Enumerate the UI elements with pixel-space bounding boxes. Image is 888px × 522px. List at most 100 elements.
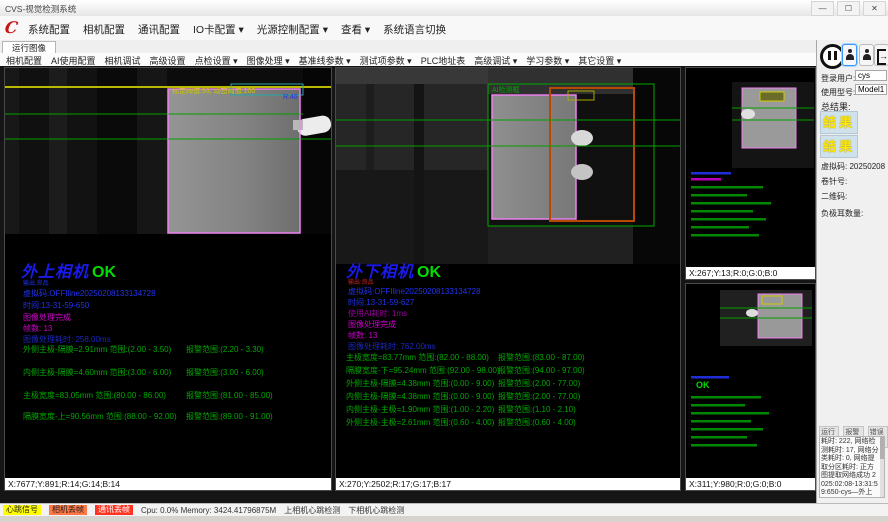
- menu-view[interactable]: 查看 ▾: [341, 22, 370, 37]
- output-subtitle: 输出:良品: [23, 278, 49, 287]
- result-box-lower: 结果: [820, 135, 858, 158]
- pause-icon: [828, 51, 831, 60]
- measurement-row: 外侧主极-主极=2.61mm 范围:(0.60 - 4.00) 报警范围:(0.…: [346, 417, 494, 428]
- app-logo: C: [4, 18, 19, 37]
- measurement-row: 内侧主极-隔膜=4.38mm 范围:(0.00 - 9.00) 报警范围:(2.…: [346, 391, 494, 402]
- user-icon: [846, 49, 854, 61]
- tool-spot-check[interactable]: 点检设置 ▾: [195, 54, 238, 67]
- process-time-text: 图像处理耗时: 762.00ms: [348, 341, 436, 352]
- tool-advanced-settings[interactable]: 高级设置: [150, 54, 186, 67]
- tool-image-processing[interactable]: 图像处理 ▾: [247, 54, 290, 67]
- tool-camera-debug[interactable]: 相机调试: [105, 54, 141, 67]
- measurement-row: 内侧主极-隔膜=4.60mm 范围:(3.00 - 6.00) 报警范围:(3.…: [23, 367, 171, 378]
- barcode-text: 虚拟码:OFFIline20250208133134728: [23, 288, 156, 299]
- tool-ai-config[interactable]: AI使用配置: [51, 54, 96, 67]
- measurement-value: 外侧主极-主极=2.61mm 范围:(0.60 - 4.00): [346, 418, 494, 427]
- alarm-range: 报警范围:(3.00 - 6.00): [186, 367, 264, 378]
- measurement-value: 隔膜宽度-下=95.24mm 范围:(92.00 - 98.00): [346, 366, 500, 375]
- measurement-value: 内侧主极-隔膜=4.38mm 范围:(0.00 - 9.00): [346, 392, 494, 401]
- tab-bar: 运行图像: [0, 40, 816, 54]
- thumbnail-image-top[interactable]: [686, 68, 815, 267]
- upper-camera-heartbeat: 上相机心跳检测: [284, 505, 340, 516]
- alarm-range: 报警范围:(0.60 - 4.00): [498, 417, 576, 428]
- status-ok-badge: OK: [417, 264, 441, 281]
- window-bottom-edge: [0, 516, 888, 522]
- minimize-icon[interactable]: —: [811, 1, 834, 16]
- barcode-text: 虚拟码:OFFIline20250208133134728: [348, 286, 481, 297]
- measurement-value: 外侧主极-隔膜=2.91mm 范围:(2.00 - 3.50): [23, 345, 171, 354]
- app-window: CVS-视觉检测系统 — ☐ ✕ C 系统配置 相机配置 通讯配置 IO卡配置 …: [0, 0, 888, 522]
- alarm-range: 报警范围:(2.00 - 77.00): [498, 391, 580, 402]
- camera-image-lower[interactable]: [336, 68, 680, 264]
- lower-camera-heartbeat: 下相机心跳检测: [348, 505, 404, 516]
- measurement-value: 内侧主极-隔膜=4.60mm 范围:(3.00 - 6.00): [23, 368, 171, 377]
- alarm-range: 报警范围:(94.00 - 97.00): [498, 365, 585, 376]
- measurement-value: 隔膜宽度-上=90.56mm 范围:(88.00 - 92.00): [23, 412, 177, 421]
- alarm-range: 报警范围:(89.00 - 91.00): [186, 411, 273, 422]
- menu-language-switch[interactable]: 系统语言切换: [383, 22, 446, 37]
- exit-button[interactable]: →: [874, 44, 888, 66]
- status-ok-badge: OK: [696, 380, 710, 390]
- measurement-row: 外侧主极-隔膜=4.38mm 范围:(0.00 - 9.00) 报警范围:(2.…: [346, 378, 494, 389]
- cursor-coordinates: X:267;Y:13;R:0;G:0;B:0: [686, 267, 815, 279]
- log-text-area[interactable]: 耗时: 222, 网络检测耗时: 17, 网络分类耗时: 0, 网络提取分区耗时…: [819, 436, 885, 498]
- measurement-value: 主极宽度=83.77mm 范围:(82.00 - 88.00): [346, 353, 489, 362]
- menu-system-config[interactable]: 系统配置: [28, 22, 70, 37]
- tool-other-settings[interactable]: 其它设置 ▾: [578, 54, 621, 67]
- ai-detect-box-label: AI检测框: [492, 85, 520, 95]
- maximize-icon[interactable]: ☐: [837, 1, 860, 16]
- thumbnail-panel-bottom: OK X:311;Y:980;R:0;G:0;B:0: [685, 283, 816, 491]
- pin-number-label: 卷针号:: [821, 176, 847, 187]
- tool-advanced-debug[interactable]: 高级调试 ▾: [474, 54, 517, 67]
- measurement-row: 外侧主极-隔膜=2.91mm 范围:(2.00 - 3.50) 报警范围:(2.…: [23, 344, 171, 355]
- tool-test-params[interactable]: 测试项参数 ▾: [360, 54, 412, 67]
- threshold-label: 标定阈值:93, 动态阈值:100: [172, 86, 255, 96]
- vcode-label: 虚拟码: 20250208: [821, 161, 885, 172]
- tool-plc-address[interactable]: PLC地址表: [421, 54, 466, 67]
- tab-count-label: 负极耳数量:: [821, 208, 863, 219]
- frame-count-text: 帧数: 13: [23, 323, 52, 334]
- user-mode-button-active[interactable]: [842, 44, 857, 66]
- measurement-row: 隔膜宽度-上=90.56mm 范围:(88.00 - 92.00) 报警范围:(…: [23, 411, 177, 422]
- model-input[interactable]: [855, 84, 887, 95]
- measurement-row: 内侧主极-主极=1.90mm 范围:(1.00 - 2.20) 报警范围:(1.…: [346, 404, 494, 415]
- measurement-row: 主极宽度=83.05mm 范围:(80.00 - 86.00) 报警范围:(81…: [23, 390, 166, 401]
- close-icon[interactable]: ✕: [863, 1, 886, 16]
- login-user-label: 登录用户:: [821, 73, 855, 84]
- window-controls: — ☐ ✕: [811, 1, 886, 16]
- cpu-memory-status: Cpu: 0.0% Memory: 3424.41796875M: [141, 506, 276, 515]
- camera-dropframe-badge: 相机丢帧: [49, 505, 87, 515]
- login-user-input[interactable]: [855, 70, 887, 81]
- measurement-row: 隔膜宽度-下=95.24mm 范围:(92.00 - 98.00) 报警范围:(…: [346, 365, 500, 376]
- alarm-range: 报警范围:(1.10 - 2.10): [498, 404, 576, 415]
- alarm-range: 报警范围:(2.00 - 77.00): [498, 378, 580, 389]
- process-done-text: 图像处理完成: [348, 319, 396, 330]
- menu-bar: C 系统配置 相机配置 通讯配置 IO卡配置 ▾ 光源控制配置 ▾ 查看 ▾ 系…: [0, 16, 888, 41]
- menu-io-config[interactable]: IO卡配置 ▾: [193, 22, 244, 37]
- status-bar: 心跳信号 相机丢帧 通讯丢帧 Cpu: 0.0% Memory: 3424.41…: [0, 503, 888, 516]
- alarm-range: 报警范围:(83.00 - 87.00): [498, 352, 585, 363]
- comm-dropframe-badge: 通讯丢帧: [95, 505, 133, 515]
- menu-light-config[interactable]: 光源控制配置 ▾: [257, 22, 328, 37]
- cursor-coordinates: X:7677;Y:891;R:14;G:14;B:14: [5, 478, 331, 490]
- tool-baseline-params[interactable]: 基准线参数 ▾: [299, 54, 351, 67]
- qr-code-label: 二维码:: [821, 191, 847, 202]
- tool-camera-config[interactable]: 相机配置: [6, 54, 42, 67]
- thumbnail-panel-top: X:267;Y:13;R:0;G:0;B:0: [685, 67, 816, 280]
- alarm-range: 报警范围:(2.20 - 3.30): [186, 344, 264, 355]
- status-ok-badge: OK: [92, 264, 116, 281]
- tool-learning-params[interactable]: 学习参数 ▾: [526, 54, 569, 67]
- vcode-value: 20250208: [849, 162, 885, 171]
- time-text: 时间:13-31-59-650: [23, 300, 89, 311]
- menu-comm-config[interactable]: 通讯配置: [138, 22, 180, 37]
- camera-image-upper[interactable]: [5, 68, 331, 234]
- user-icon: [863, 49, 871, 61]
- log-scrollbar[interactable]: [880, 437, 884, 497]
- output-subtitle: 输出:良品: [348, 277, 374, 286]
- measurement-value: 外侧主极-隔膜=4.38mm 范围:(0.00 - 9.00): [346, 379, 494, 388]
- model-label: 使用型号:: [821, 87, 855, 98]
- camera-panel-lower: AI检测框 外下相机OK 输出:良品 虚拟码:OFFIline202502081…: [335, 67, 681, 491]
- measurement-value: 内侧主极-主极=1.90mm 范围:(1.00 - 2.20): [346, 405, 494, 414]
- user-mode-button[interactable]: [859, 44, 874, 66]
- menu-camera-config[interactable]: 相机配置: [83, 22, 125, 37]
